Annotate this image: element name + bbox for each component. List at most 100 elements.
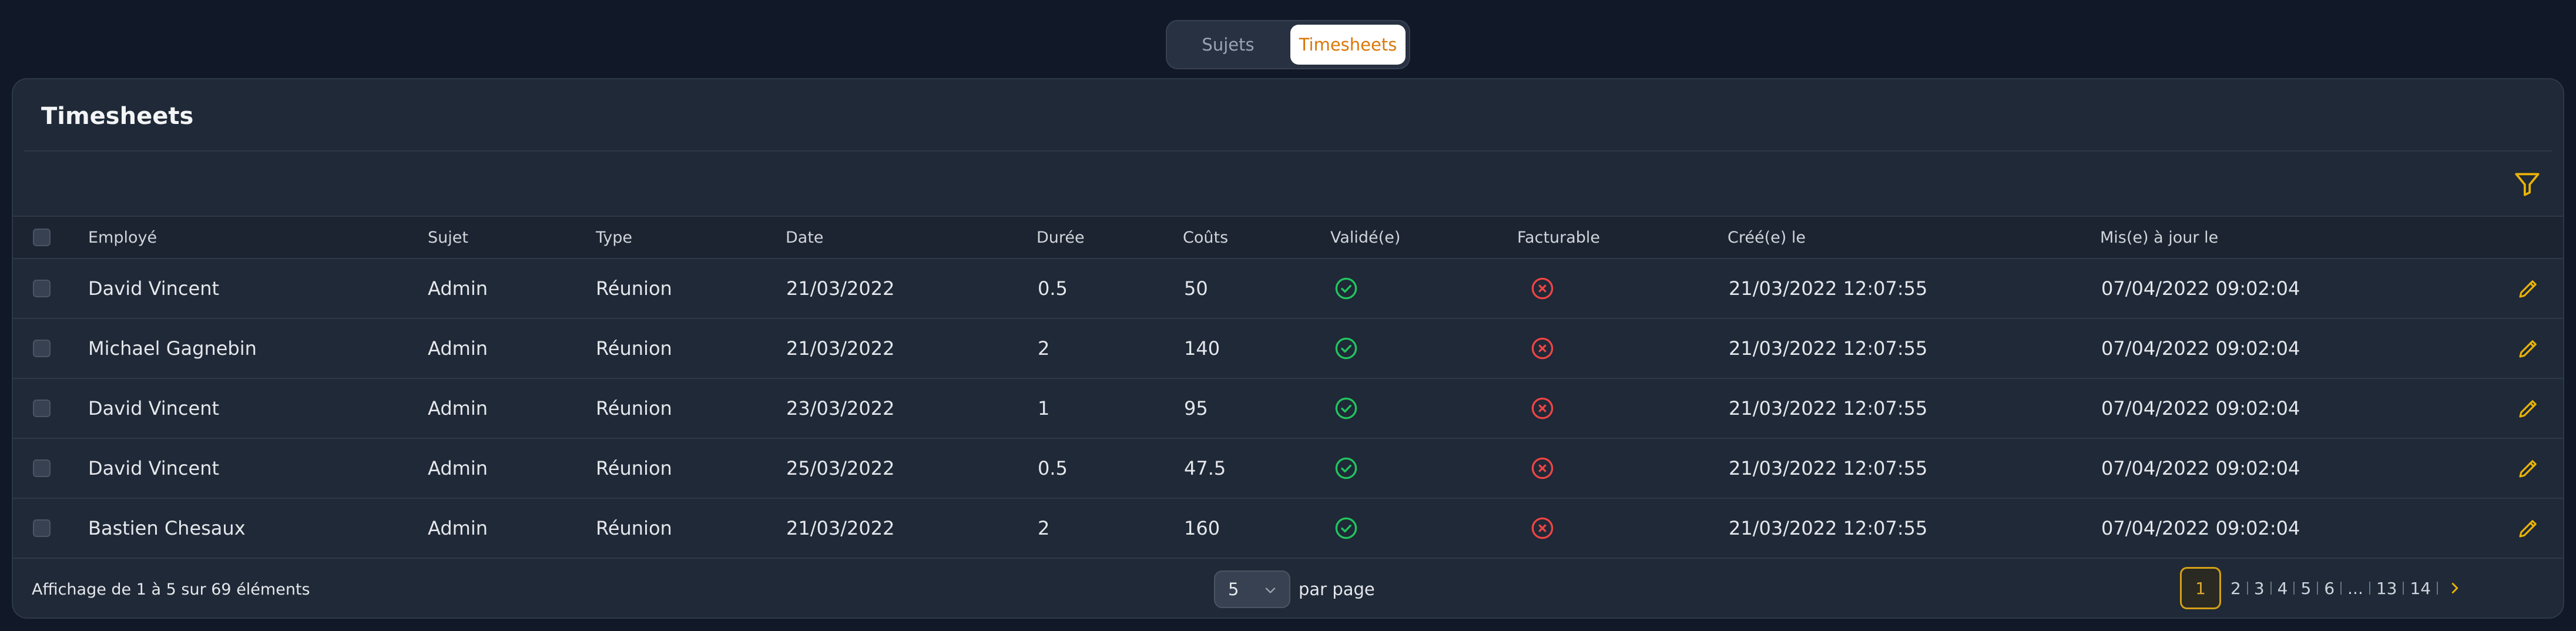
- cell-type: Réunion: [596, 457, 672, 479]
- row-checkbox-cell: [33, 439, 51, 498]
- row-checkbox[interactable]: [33, 459, 51, 477]
- chevron-down-icon: [1262, 582, 1279, 599]
- cell-duree: 1: [1038, 397, 1050, 419]
- cell-sujet: Admin: [428, 457, 488, 479]
- cell-type: Réunion: [596, 517, 672, 539]
- col-duree[interactable]: Durée: [1037, 217, 1085, 258]
- cell-cree-le: 21/03/2022 12:07:55: [1729, 277, 1928, 300]
- page-5[interactable]: 5: [2295, 567, 2317, 609]
- cell-cree-le: 21/03/2022 12:07:55: [1729, 397, 1928, 419]
- pagination-summary: Affichage de 1 à 5 sur 69 éléments: [32, 580, 310, 599]
- tab-timesheets[interactable]: Timesheets: [1290, 25, 1406, 65]
- pencil-icon[interactable]: [2516, 439, 2541, 498]
- check-circle-icon: [1334, 379, 1359, 438]
- row-checkbox-cell: [33, 499, 51, 558]
- cell-couts: 140: [1184, 337, 1220, 360]
- cell-duree: 2: [1038, 517, 1050, 539]
- cell-date: 21/03/2022: [786, 517, 895, 539]
- col-valide[interactable]: Validé(e): [1330, 217, 1400, 258]
- chevron-right-icon[interactable]: [2438, 567, 2468, 609]
- timesheets-card: Timesheets Employé Sujet Type Date Durée…: [12, 78, 2564, 619]
- cell-mis-a-jour-le: 07/04/2022 09:02:04: [2101, 337, 2300, 360]
- col-mis-a-jour-le[interactable]: Mis(e) à jour le: [2100, 217, 2218, 258]
- x-circle-icon: [1530, 439, 1555, 498]
- cell-date: 25/03/2022: [786, 457, 895, 479]
- col-type[interactable]: Type: [596, 217, 632, 258]
- row-checkbox-cell: [33, 379, 51, 438]
- cell-employe: David Vincent: [88, 457, 220, 479]
- per-page-select[interactable]: 5: [1214, 570, 1290, 608]
- col-sujet[interactable]: Sujet: [428, 217, 468, 258]
- page-13[interactable]: 13: [2370, 567, 2403, 609]
- row-checkbox[interactable]: [33, 519, 51, 537]
- cell-date: 23/03/2022: [786, 397, 895, 419]
- cell-couts: 47.5: [1184, 457, 1226, 479]
- page-ellipsis: ...: [2347, 578, 2363, 598]
- pencil-icon[interactable]: [2516, 259, 2541, 318]
- page-4[interactable]: 4: [2272, 567, 2294, 609]
- table-header: Employé Sujet Type Date Durée Coûts Vali…: [13, 216, 2563, 259]
- table-row: Michael Gagnebin Admin Réunion 21/03/202…: [13, 319, 2563, 379]
- cell-duree: 2: [1038, 337, 1050, 360]
- check-circle-icon: [1334, 499, 1359, 558]
- col-couts[interactable]: Coûts: [1183, 217, 1228, 258]
- cell-cree-le: 21/03/2022 12:07:55: [1729, 517, 1928, 539]
- cell-cree-le: 21/03/2022 12:07:55: [1729, 457, 1928, 479]
- pencil-icon[interactable]: [2516, 319, 2541, 378]
- row-checkbox[interactable]: [33, 280, 51, 297]
- cell-date: 21/03/2022: [786, 337, 895, 360]
- view-tabs: Sujets Timesheets: [1166, 20, 1410, 69]
- table-row: David Vincent Admin Réunion 23/03/2022 1…: [13, 379, 2563, 439]
- cell-couts: 50: [1184, 277, 1208, 300]
- cell-mis-a-jour-le: 07/04/2022 09:02:04: [2101, 277, 2300, 300]
- filter-icon[interactable]: [2513, 169, 2542, 199]
- cell-type: Réunion: [596, 277, 672, 300]
- x-circle-icon: [1530, 499, 1555, 558]
- page-6[interactable]: 6: [2318, 567, 2340, 609]
- cell-employe: David Vincent: [88, 277, 220, 300]
- pencil-icon[interactable]: [2516, 499, 2541, 558]
- cell-employe: David Vincent: [88, 397, 220, 419]
- page-3[interactable]: 3: [2248, 567, 2270, 609]
- cell-type: Réunion: [596, 397, 672, 419]
- select-all-checkbox[interactable]: [33, 229, 51, 246]
- pencil-icon[interactable]: [2516, 379, 2541, 438]
- tab-sujets[interactable]: Sujets: [1170, 25, 1286, 65]
- cell-mis-a-jour-le: 07/04/2022 09:02:04: [2101, 457, 2300, 479]
- col-date[interactable]: Date: [786, 217, 824, 258]
- row-checkbox-cell: [33, 319, 51, 378]
- table-row: David Vincent Admin Réunion 21/03/2022 0…: [13, 259, 2563, 319]
- table-row: Bastien Chesaux Admin Réunion 21/03/2022…: [13, 499, 2563, 559]
- cell-mis-a-jour-le: 07/04/2022 09:02:04: [2101, 517, 2300, 539]
- row-checkbox[interactable]: [33, 340, 51, 357]
- col-employe[interactable]: Employé: [88, 217, 157, 258]
- cell-cree-le: 21/03/2022 12:07:55: [1729, 337, 1928, 360]
- check-circle-icon: [1334, 259, 1359, 318]
- col-facturable[interactable]: Facturable: [1517, 217, 1600, 258]
- x-circle-icon: [1530, 259, 1555, 318]
- table-body: David Vincent Admin Réunion 21/03/2022 0…: [13, 259, 2563, 559]
- check-circle-icon: [1334, 439, 1359, 498]
- row-checkbox-cell: [33, 259, 51, 318]
- cell-type: Réunion: [596, 337, 672, 360]
- cell-sujet: Admin: [428, 277, 488, 300]
- col-cree-le[interactable]: Créé(e) le: [1728, 217, 1806, 258]
- table-footer: Affichage de 1 à 5 sur 69 éléments 5 par…: [13, 560, 2563, 617]
- cell-employe: Bastien Chesaux: [88, 517, 246, 539]
- page-2[interactable]: 2: [2225, 567, 2247, 609]
- cell-sujet: Admin: [428, 397, 488, 419]
- row-checkbox[interactable]: [33, 400, 51, 417]
- page-1[interactable]: 1: [2180, 567, 2221, 609]
- check-circle-icon: [1334, 319, 1359, 378]
- x-circle-icon: [1530, 379, 1555, 438]
- cell-employe: Michael Gagnebin: [88, 337, 257, 360]
- cell-sujet: Admin: [428, 337, 488, 360]
- title-divider: [24, 150, 2552, 152]
- page-14[interactable]: 14: [2404, 567, 2437, 609]
- cell-mis-a-jour-le: 07/04/2022 09:02:04: [2101, 397, 2300, 419]
- cell-duree: 0.5: [1038, 457, 1068, 479]
- cell-couts: 95: [1184, 397, 1208, 419]
- pagination: 1 2 3 4 5 6 ... 13 14: [2180, 567, 2468, 609]
- cell-sujet: Admin: [428, 517, 488, 539]
- cell-couts: 160: [1184, 517, 1220, 539]
